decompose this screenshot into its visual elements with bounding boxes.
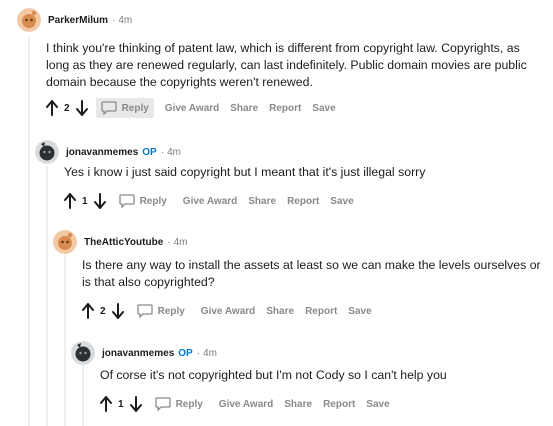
comment-author[interactable]: jonavanmemes bbox=[102, 348, 174, 359]
comment-time[interactable]: 4m bbox=[167, 147, 181, 158]
save-button[interactable]: Save bbox=[348, 306, 371, 317]
vote-score: 2 bbox=[64, 102, 70, 114]
comment-body: Is there any way to install the assets a… bbox=[82, 257, 550, 291]
share-button[interactable]: Share bbox=[266, 306, 294, 317]
separator-dot: · bbox=[196, 347, 201, 359]
comment-actions: 1 Reply Give Award Share Report Save bbox=[98, 394, 390, 414]
comment-actions: 1 Reply Give Award Share Report Save bbox=[62, 191, 354, 211]
thread-line[interactable] bbox=[28, 38, 30, 426]
save-button[interactable]: Save bbox=[330, 196, 353, 207]
comment-time[interactable]: 4m bbox=[203, 348, 217, 359]
separator-dot: · bbox=[160, 146, 165, 158]
downvote-icon[interactable] bbox=[128, 395, 144, 413]
vote-controls: 2 bbox=[80, 302, 126, 320]
user-avatar[interactable] bbox=[17, 8, 41, 32]
op-badge: OP bbox=[142, 146, 157, 158]
comment-body: Yes i know i just said copyright but I m… bbox=[64, 164, 544, 181]
comment-author[interactable]: TheAtticYoutube bbox=[84, 237, 163, 248]
upvote-icon[interactable] bbox=[98, 395, 114, 413]
share-button[interactable]: Share bbox=[248, 196, 276, 207]
downvote-icon[interactable] bbox=[92, 192, 108, 210]
comment-body: I think you're thinking of patent law, w… bbox=[46, 40, 546, 91]
reply-label: Reply bbox=[121, 102, 149, 114]
separator-dot: · bbox=[167, 236, 171, 248]
share-button[interactable]: Share bbox=[230, 103, 258, 114]
comment-text-line: Yes i know i just said copyright but I m… bbox=[64, 165, 426, 179]
give-award-button[interactable]: Give Award bbox=[165, 103, 219, 114]
give-award-button[interactable]: Give Award bbox=[219, 399, 273, 410]
vote-controls: 1 bbox=[62, 192, 108, 210]
comment-text-line: Is there any way to install the assets a… bbox=[82, 258, 541, 272]
comment-bubble-icon bbox=[100, 101, 117, 115]
thread-line[interactable] bbox=[64, 252, 66, 426]
separator-dot: · bbox=[112, 14, 116, 26]
user-avatar[interactable] bbox=[53, 230, 77, 254]
save-button[interactable]: Save bbox=[366, 399, 389, 410]
comment-bubble-icon bbox=[154, 397, 171, 411]
vote-controls: 1 bbox=[98, 395, 144, 413]
report-button[interactable]: Report bbox=[287, 196, 319, 207]
comment-body: Of corse it's not copyrighted but I'm no… bbox=[100, 367, 540, 384]
reply-button[interactable]: Reply bbox=[95, 98, 154, 118]
op-badge: OP bbox=[178, 347, 193, 359]
reply-button[interactable]: Reply bbox=[114, 191, 172, 211]
user-avatar[interactable] bbox=[71, 341, 95, 365]
comment-text-line: is that also copyrighted? bbox=[82, 275, 215, 289]
thread-line[interactable] bbox=[46, 166, 48, 426]
comment-actions: 2 Reply Give Award Share Report Save bbox=[80, 301, 372, 321]
save-button[interactable]: Save bbox=[312, 103, 335, 114]
comment-bubble-icon bbox=[136, 304, 153, 318]
downvote-icon[interactable] bbox=[74, 99, 90, 117]
report-button[interactable]: Report bbox=[269, 103, 301, 114]
comment-actions: 2 Reply Give Award Share Report Save bbox=[44, 98, 336, 118]
reply-label: Reply bbox=[139, 195, 167, 207]
give-award-button[interactable]: Give Award bbox=[183, 196, 237, 207]
upvote-icon[interactable] bbox=[44, 99, 60, 117]
reply-button[interactable]: Reply bbox=[150, 394, 208, 414]
comment-text-line: I think you're thinking of patent law, w… bbox=[46, 41, 520, 55]
vote-score: 2 bbox=[100, 305, 106, 317]
upvote-icon[interactable] bbox=[80, 302, 96, 320]
comment-bubble-icon bbox=[118, 194, 135, 208]
user-avatar[interactable] bbox=[35, 140, 59, 164]
give-award-button[interactable]: Give Award bbox=[201, 306, 255, 317]
thread-line[interactable] bbox=[82, 364, 84, 426]
report-button[interactable]: Report bbox=[305, 306, 337, 317]
comment-time[interactable]: 4m bbox=[174, 237, 188, 248]
comment-text-line: domain because the copyrights weren't re… bbox=[46, 75, 313, 89]
upvote-icon[interactable] bbox=[62, 192, 78, 210]
comment-text-line: Of corse it's not copyrighted but I'm no… bbox=[100, 368, 447, 382]
comment-author[interactable]: jonavanmemes bbox=[66, 147, 138, 158]
share-button[interactable]: Share bbox=[284, 399, 312, 410]
report-button[interactable]: Report bbox=[323, 399, 355, 410]
downvote-icon[interactable] bbox=[110, 302, 126, 320]
vote-controls: 2 bbox=[44, 99, 90, 117]
vote-score: 1 bbox=[82, 195, 88, 207]
comment-text-line: long as they are renewed regularly, can … bbox=[46, 58, 527, 72]
reply-button[interactable]: Reply bbox=[132, 301, 190, 321]
comment-author[interactable]: ParkerMilum bbox=[48, 15, 108, 26]
comment-time[interactable]: 4m bbox=[118, 15, 132, 26]
vote-score: 1 bbox=[118, 398, 124, 410]
reply-label: Reply bbox=[157, 305, 185, 317]
reply-label: Reply bbox=[175, 398, 203, 410]
